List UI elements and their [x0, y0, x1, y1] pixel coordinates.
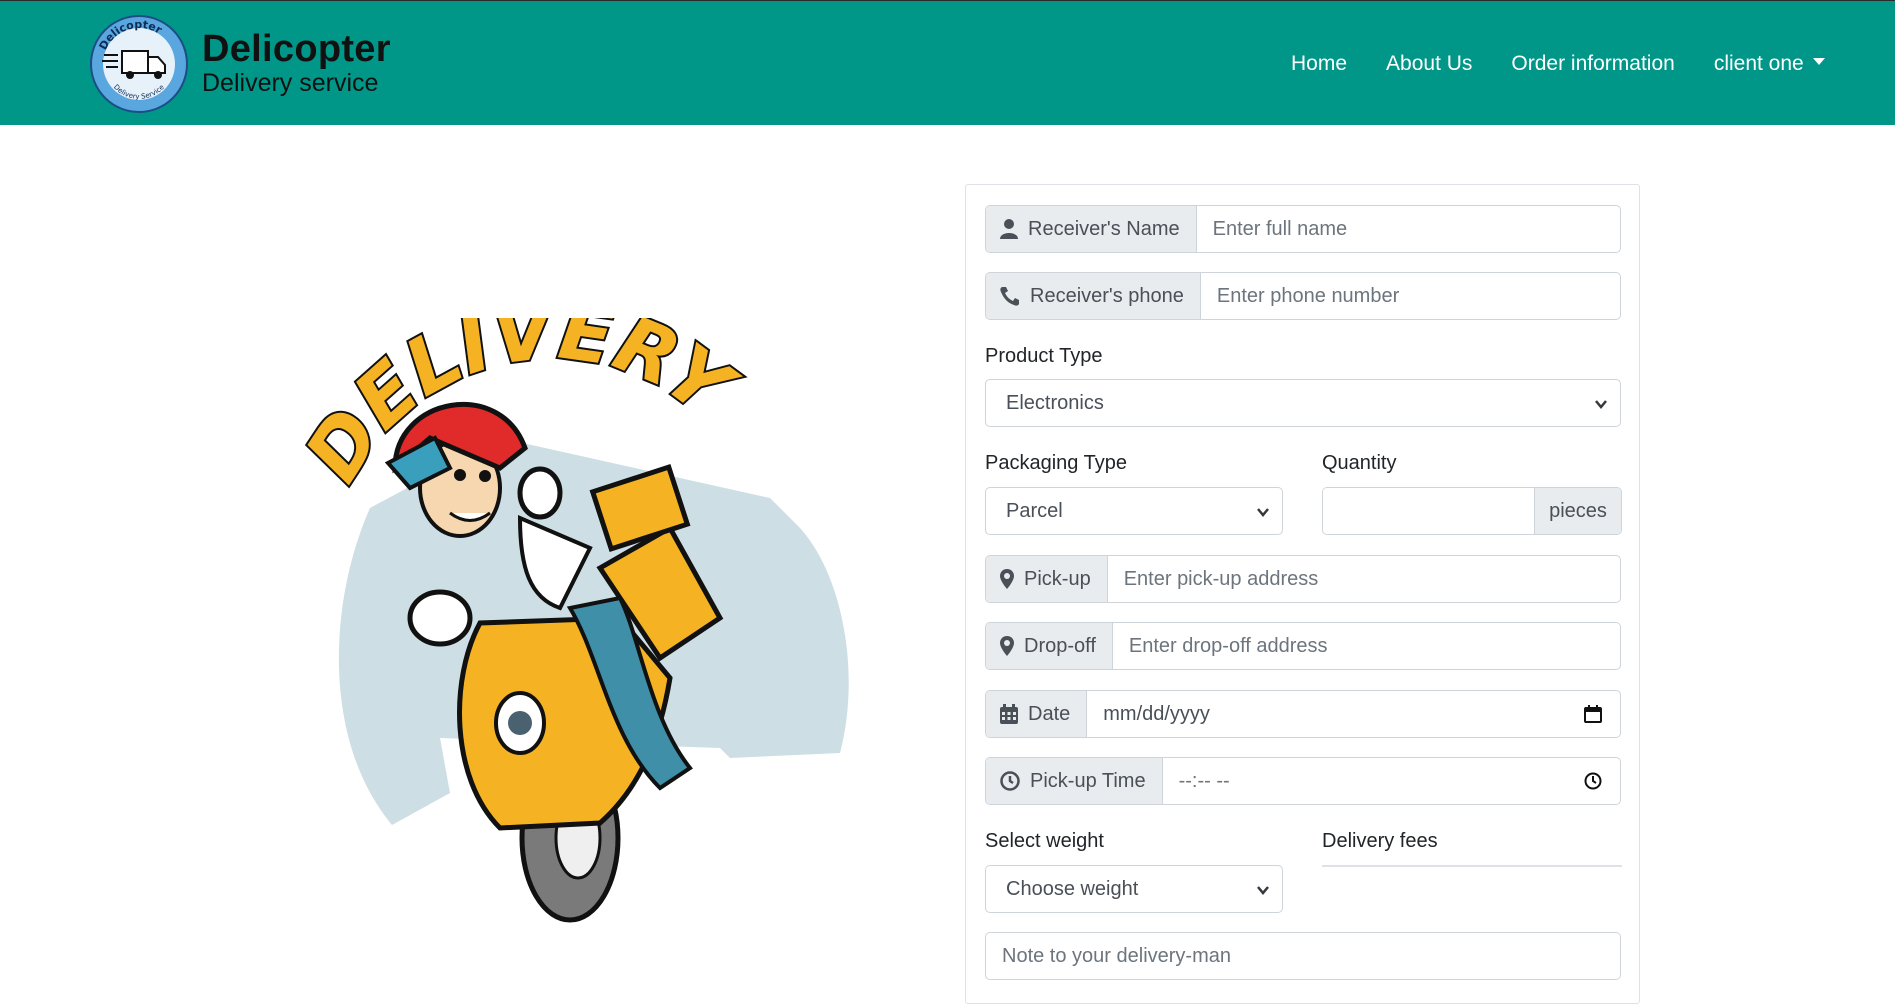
map-marker-icon — [1000, 636, 1014, 656]
receiver-phone-group: Receiver's phone Enter phone number — [985, 272, 1621, 320]
weight-value: Choose weight — [1006, 877, 1139, 900]
pickup-group: Pick-up Enter pick-up address — [985, 555, 1621, 603]
quantity-group: pieces — [1322, 487, 1622, 535]
nav-home[interactable]: Home — [1291, 52, 1347, 76]
delivery-fees-field — [1322, 865, 1622, 867]
quantity-input[interactable] — [1323, 488, 1534, 534]
clock-icon — [1000, 771, 1020, 791]
packaging-type-label: Packaging Type — [985, 452, 1127, 474]
product-type-select[interactable]: Electronics — [985, 379, 1621, 427]
date-placeholder: mm/dd/yyyy — [1103, 702, 1210, 725]
receiver-phone-label: Receiver's phone — [1030, 284, 1184, 307]
receiver-name-label: Receiver's Name — [1028, 217, 1180, 240]
date-label-addon: Date — [986, 691, 1088, 737]
pickup-time-label-addon: Pick-up Time — [986, 758, 1163, 804]
brand-name: Delicopter — [202, 28, 391, 70]
caret-down-icon — [1812, 57, 1825, 65]
brand[interactable]: Delicopter Delivery Service Delicopter D… — [86, 15, 391, 113]
logo-icon: Delicopter Delivery Service — [90, 15, 188, 113]
delivery-illustration: DELIVERY — [300, 318, 849, 923]
nav-about[interactable]: About Us — [1386, 52, 1472, 76]
pickup-label-addon: Pick-up — [986, 556, 1108, 602]
chevron-down-icon — [1257, 886, 1269, 895]
packaging-type-select[interactable]: Parcel — [985, 487, 1283, 535]
weight-label: Select weight — [985, 830, 1104, 852]
pickup-input[interactable]: Enter pick-up address — [1108, 556, 1620, 602]
dropoff-label: Drop-off — [1024, 634, 1096, 657]
pickup-time-label: Pick-up Time — [1030, 769, 1146, 792]
date-label: Date — [1028, 702, 1071, 725]
note-input[interactable]: Note to your delivery-man — [985, 932, 1621, 980]
date-input[interactable]: mm/dd/yyyy — [1087, 691, 1620, 737]
delivery-fees-label: Delivery fees — [1322, 830, 1438, 852]
pickup-time-group: Pick-up Time --:-- -- — [985, 757, 1621, 805]
product-type-label: Product Type — [985, 345, 1103, 367]
navbar: Delicopter Delivery Service Delicopter D… — [0, 0, 1895, 125]
pickup-time-input[interactable]: --:-- -- — [1163, 758, 1620, 804]
user-icon — [1000, 219, 1018, 239]
pickup-time-placeholder: --:-- -- — [1178, 769, 1230, 792]
receiver-phone-input[interactable]: Enter phone number — [1201, 273, 1620, 319]
chevron-down-icon — [1257, 508, 1269, 517]
time-picker-icon[interactable] — [1584, 772, 1602, 790]
dropoff-group: Drop-off Enter drop-off address — [985, 622, 1621, 670]
dropoff-input[interactable]: Enter drop-off address — [1113, 623, 1620, 669]
receiver-phone-label-addon: Receiver's phone — [986, 273, 1201, 319]
map-marker-icon — [1000, 569, 1014, 589]
user-dropdown[interactable]: client one — [1714, 52, 1825, 76]
product-type-value: Electronics — [1006, 391, 1104, 414]
receiver-name-group: Receiver's Name Enter full name — [985, 205, 1621, 253]
receiver-name-label-addon: Receiver's Name — [986, 206, 1197, 252]
user-name: client one — [1713, 52, 1804, 75]
nav-links: Home About Us Order information client o… — [1291, 52, 1825, 76]
weight-select[interactable]: Choose weight — [985, 865, 1283, 913]
date-group: Date mm/dd/yyyy — [985, 690, 1621, 738]
calendar-picker-icon[interactable] — [1584, 705, 1602, 723]
nav-orders[interactable]: Order information — [1511, 52, 1674, 76]
brand-tagline: Delivery service — [202, 69, 379, 97]
dropoff-label-addon: Drop-off — [986, 623, 1113, 669]
pickup-label: Pick-up — [1024, 567, 1091, 590]
receiver-name-input[interactable]: Enter full name — [1197, 206, 1620, 252]
quantity-unit: pieces — [1534, 488, 1621, 534]
packaging-type-value: Parcel — [1006, 499, 1063, 522]
quantity-label: Quantity — [1322, 452, 1397, 474]
calendar-icon — [1000, 704, 1018, 724]
chevron-down-icon — [1595, 400, 1607, 409]
phone-icon — [1000, 287, 1019, 306]
